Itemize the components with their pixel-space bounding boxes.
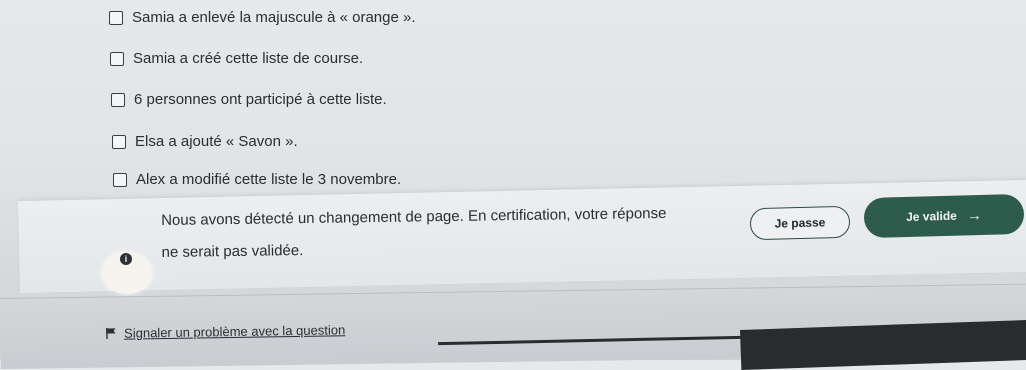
- option-item[interactable]: Alex a modifié cette liste le 3 novembre…: [113, 171, 401, 188]
- option-label: Alex a modifié cette liste le 3 novembre…: [136, 171, 402, 188]
- option-item[interactable]: Elsa a ajouté « Savon ».: [112, 133, 298, 150]
- checkbox[interactable]: [113, 172, 127, 187]
- option-item[interactable]: 6 personnes ont participé à cette liste.: [111, 91, 387, 108]
- arrow-right-icon: →: [966, 206, 983, 224]
- option-label: Samia a créé cette liste de course.: [133, 50, 364, 67]
- validate-button-label: Je valide: [905, 208, 958, 224]
- checkbox[interactable]: [111, 92, 125, 107]
- option-item[interactable]: Samia a enlevé la majuscule à « orange »…: [109, 9, 416, 26]
- info-icon: i: [120, 253, 132, 265]
- flag-icon: [106, 327, 116, 339]
- option-label: Elsa a ajouté « Savon ».: [135, 133, 298, 150]
- checkbox[interactable]: [109, 10, 123, 25]
- skip-button-label: Je passe: [774, 215, 826, 231]
- skip-button[interactable]: Je passe: [749, 205, 851, 241]
- checkbox[interactable]: [112, 134, 126, 149]
- validate-button[interactable]: Je valide →: [863, 193, 1025, 239]
- option-label: Samia a enlevé la majuscule à « orange »…: [132, 9, 416, 26]
- option-item[interactable]: Samia a créé cette liste de course.: [110, 50, 363, 67]
- option-label: 6 personnes ont participé à cette liste.: [134, 91, 387, 108]
- warning-message: Nous avons détecté un changement de page…: [161, 202, 732, 263]
- checkbox[interactable]: [110, 51, 124, 66]
- answer-options: Samia a enlevé la majuscule à « orange »…: [0, 0, 1026, 210]
